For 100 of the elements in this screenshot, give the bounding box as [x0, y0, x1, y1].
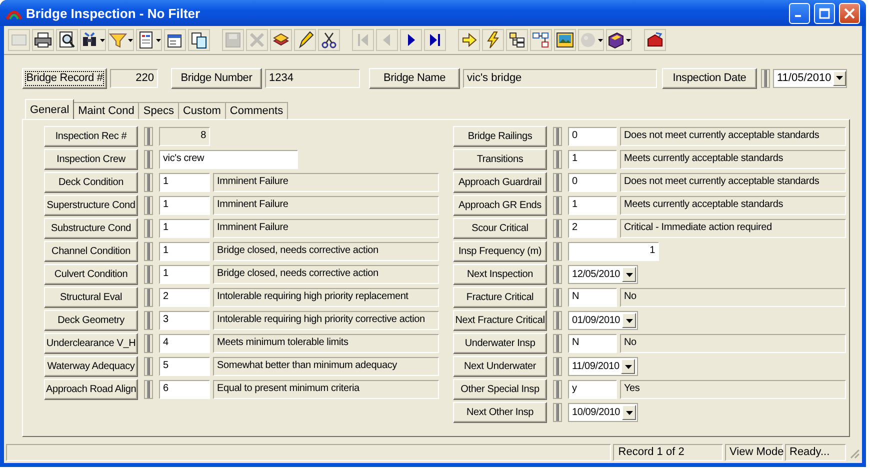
code-field[interactable]: 3	[159, 311, 210, 330]
field-label-button[interactable]: Bridge Record #	[22, 68, 107, 88]
field-label-button[interactable]: Next Underwater	[453, 356, 547, 377]
code-field[interactable]: 1	[159, 242, 210, 261]
field-label-button[interactable]: Insp Frequency (m)	[453, 241, 547, 262]
code-field[interactable]: 1	[568, 150, 617, 169]
toolbar-button[interactable]	[424, 29, 446, 51]
input-field[interactable]: 1	[568, 242, 659, 261]
code-field[interactable]: 2	[159, 288, 210, 307]
code-field[interactable]: 6	[159, 380, 210, 399]
field-label-button[interactable]: Bridge Name	[369, 68, 460, 88]
code-field[interactable]: y	[568, 380, 617, 399]
code-field[interactable]: 0	[568, 127, 617, 146]
binoculars-icon	[81, 31, 99, 49]
frame-icon	[556, 31, 574, 49]
field-label-button[interactable]: Channel Condition	[44, 241, 138, 262]
input-field[interactable]: vic's crew	[159, 150, 298, 169]
filter-icon	[109, 31, 127, 49]
record-marker-icon	[553, 311, 562, 330]
code-field[interactable]: 5	[159, 357, 210, 376]
description-field: Somewhat better than minimum adequacy	[213, 357, 439, 376]
tab[interactable]: Specs	[138, 102, 179, 119]
field-label-button[interactable]: Culvert Condition	[44, 264, 138, 285]
record-marker-icon	[553, 403, 562, 422]
description-field: Intolerable requiring high priority corrective action	[213, 311, 439, 330]
toolbar-button[interactable]	[270, 29, 292, 51]
code-field[interactable]: 4	[159, 334, 210, 353]
scissors-icon	[320, 31, 338, 49]
field-label-button[interactable]: Structural Eval	[44, 287, 138, 308]
record-marker-icon	[144, 150, 153, 169]
toolbar-button[interactable]	[294, 29, 316, 51]
field-label-button[interactable]: Next Inspection	[453, 264, 547, 285]
toolbar-button[interactable]	[80, 29, 106, 51]
date-field[interactable]: 11/09/2010	[568, 357, 638, 376]
code-field[interactable]: N	[568, 288, 617, 307]
toolbar-button[interactable]	[400, 29, 422, 51]
field-label-button[interactable]: Next Other Insp	[453, 402, 547, 423]
record-marker-icon	[553, 242, 562, 261]
tab[interactable]: Comments	[224, 102, 288, 119]
field-label-button[interactable]: Superstructure Cond	[44, 195, 138, 216]
date-field[interactable]: 12/05/2010	[568, 265, 638, 284]
field-label-button[interactable]: Bridge Number	[171, 68, 262, 88]
record-marker-icon	[144, 196, 153, 215]
date-field[interactable]: 10/09/2010	[568, 403, 638, 422]
field-label-button[interactable]: Bridge Railings	[453, 126, 547, 147]
tab[interactable]: General	[25, 99, 74, 119]
code-field[interactable]: 1	[159, 196, 210, 215]
field-label-button[interactable]: Deck Condition	[44, 172, 138, 193]
field-label-button[interactable]: Approach Road Align	[44, 379, 138, 400]
field-label-button[interactable]: Fracture Critical	[453, 287, 547, 308]
description-field: Equal to present minimum criteria	[213, 380, 439, 399]
dropdown-arrow-icon	[156, 38, 161, 42]
code-field[interactable]: 1	[159, 219, 210, 238]
description-field: Intolerable requiring high priority replacement	[213, 288, 439, 307]
code-field[interactable]: 1	[568, 196, 617, 215]
toolbar-button[interactable]	[644, 29, 666, 51]
field-label-button[interactable]: Substructure Cond	[44, 218, 138, 239]
field-label-button[interactable]: Transitions	[453, 149, 547, 170]
code-field[interactable]: 1	[159, 173, 210, 192]
toolbar-button[interactable]	[482, 29, 504, 51]
record-marker-icon	[761, 68, 770, 88]
toolbar-button[interactable]	[506, 29, 528, 51]
field-label-button[interactable]: Underwater Insp	[453, 333, 547, 354]
status-text: View Mode	[724, 444, 782, 461]
readonly-field: 8	[159, 127, 210, 146]
description-field: Bridge closed, needs corrective action	[213, 265, 439, 284]
code-field[interactable]: N	[568, 334, 617, 353]
field-label-button[interactable]: Inspection Rec #	[44, 126, 138, 147]
field-label-button[interactable]: Waterway Adequacy	[44, 356, 138, 377]
field-label-button[interactable]: Other Special Insp	[453, 379, 547, 400]
field-label-button[interactable]: Scour Critical	[453, 218, 547, 239]
date-field[interactable]: 11/05/2010	[773, 68, 847, 88]
toolbar-button[interactable]	[164, 29, 186, 51]
field-label-button[interactable]: Deck Geometry	[44, 310, 138, 331]
field-label-button[interactable]: Underclearance V_H	[44, 333, 138, 354]
code-field[interactable]: 1	[159, 265, 210, 284]
field-label-button[interactable]: Next Fracture Critical	[453, 310, 547, 331]
code-field[interactable]: 2	[568, 219, 617, 238]
toolbar-button[interactable]	[554, 29, 576, 51]
close-button[interactable]	[839, 2, 860, 24]
code-field[interactable]: 0	[568, 173, 617, 192]
preview-icon	[58, 31, 76, 49]
toolbar-button[interactable]	[136, 29, 162, 51]
minimize-button[interactable]	[789, 2, 810, 24]
maximize-button[interactable]	[814, 2, 835, 24]
toolbar-button[interactable]	[32, 29, 54, 51]
field-label-button[interactable]: Approach Guardrail	[453, 172, 547, 193]
date-field[interactable]: 01/09/2010	[568, 311, 638, 330]
field-label-button[interactable]: Approach GR Ends	[453, 195, 547, 216]
field-label-button[interactable]: Inspection Date	[662, 68, 757, 88]
record-marker-icon	[144, 242, 153, 261]
dropdown-arrow-icon	[100, 38, 105, 42]
description-field: Meets minimum tolerable limits	[213, 334, 439, 353]
status-text: Ready...	[784, 444, 846, 461]
toolbar-button[interactable]	[606, 29, 632, 51]
toolbar-button[interactable]	[56, 29, 78, 51]
toolbar-button[interactable]	[318, 29, 340, 51]
toolbar-button[interactable]	[458, 29, 480, 51]
field-label-button[interactable]: Inspection Crew	[44, 149, 138, 170]
toolbar-button[interactable]	[188, 29, 210, 51]
